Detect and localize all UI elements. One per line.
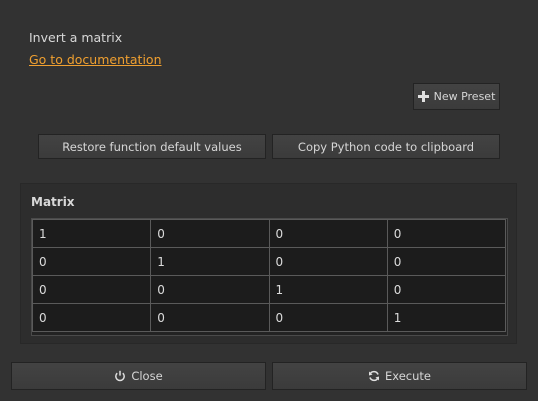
- matrix-cell[interactable]: 1: [150, 247, 270, 276]
- matrix-panel: Matrix 1 0 0 0 0 1 0 0 0 0 1 0 0 0 0 1: [20, 183, 517, 344]
- execute-button[interactable]: Execute: [272, 362, 527, 390]
- plus-icon: [417, 91, 429, 102]
- matrix-cell[interactable]: 0: [31, 303, 152, 332]
- matrix-row: 0 0 1 0: [31, 275, 507, 304]
- matrix-cell[interactable]: 0: [150, 275, 270, 304]
- matrix-cell[interactable]: 1: [31, 219, 152, 248]
- matrix-cell[interactable]: 0: [386, 275, 507, 304]
- execute-label: Execute: [385, 369, 431, 383]
- documentation-link[interactable]: Go to documentation: [29, 52, 162, 67]
- new-preset-button[interactable]: New Preset: [413, 83, 500, 110]
- matrix-cell[interactable]: 0: [268, 247, 388, 276]
- matrix-row: 0 0 0 1: [31, 303, 507, 332]
- matrix-table: 1 0 0 0 0 1 0 0 0 0 1 0 0 0 0 1: [31, 219, 507, 332]
- matrix-cell[interactable]: 0: [268, 219, 388, 248]
- refresh-icon: [368, 370, 380, 382]
- matrix-cell[interactable]: 0: [150, 303, 270, 332]
- close-label: Close: [131, 369, 163, 383]
- close-button[interactable]: Close: [11, 362, 266, 390]
- matrix-cell[interactable]: 0: [386, 219, 507, 248]
- restore-defaults-button[interactable]: Restore function default values: [38, 134, 266, 159]
- new-preset-label: New Preset: [433, 90, 496, 103]
- matrix-cell[interactable]: 1: [386, 303, 507, 332]
- matrix-cell[interactable]: 0: [31, 247, 152, 276]
- matrix-cell[interactable]: 0: [31, 275, 152, 304]
- power-icon: [114, 370, 126, 382]
- matrix-cell[interactable]: 1: [268, 275, 388, 304]
- matrix-cell[interactable]: 0: [150, 219, 270, 248]
- matrix-cell[interactable]: 0: [386, 247, 507, 276]
- matrix-row: 0 1 0 0: [31, 247, 507, 276]
- matrix-row: 1 0 0 0: [31, 219, 507, 248]
- function-description: Invert a matrix: [29, 30, 123, 45]
- matrix-cell[interactable]: 0: [268, 303, 388, 332]
- copy-python-button[interactable]: Copy Python code to clipboard: [272, 134, 500, 159]
- matrix-grid: 1 0 0 0 0 1 0 0 0 0 1 0 0 0 0 1: [31, 218, 508, 336]
- matrix-title: Matrix: [31, 195, 75, 209]
